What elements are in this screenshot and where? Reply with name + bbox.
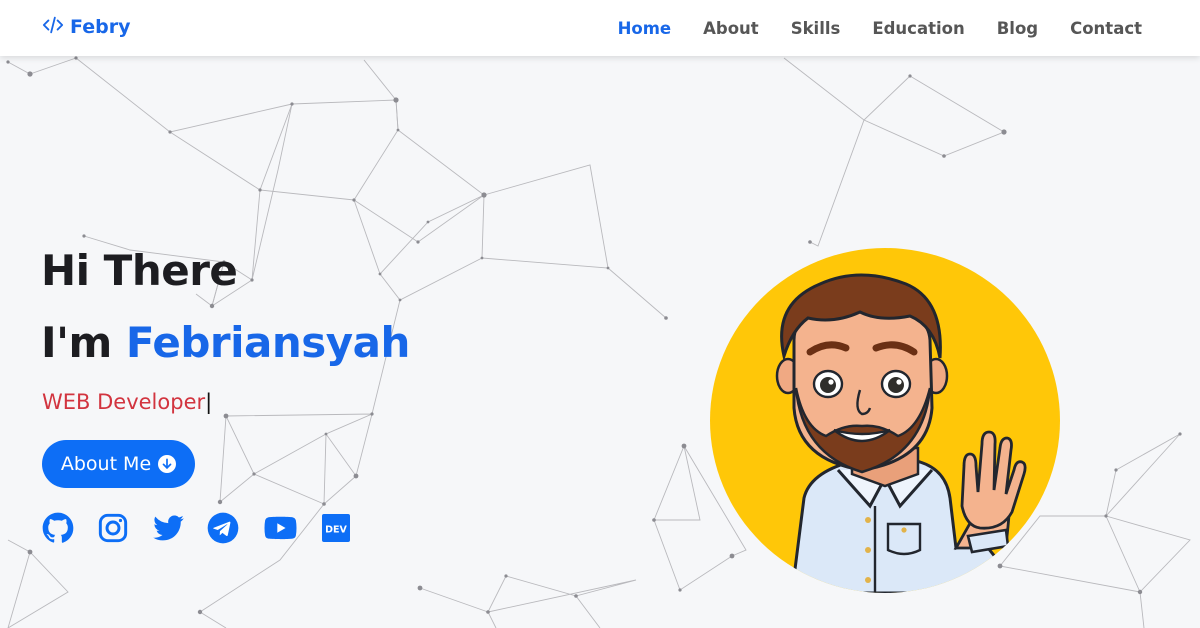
typed-role: WEB Developer| <box>42 390 212 414</box>
nav-item-about[interactable]: About <box>703 19 759 38</box>
instagram-icon[interactable] <box>97 512 129 544</box>
social-links: DEV <box>42 512 350 544</box>
dev-label: DEV <box>325 525 347 536</box>
brand-logo[interactable]: Febry <box>42 14 130 40</box>
code-icon <box>42 14 64 40</box>
about-me-label: About Me <box>60 453 152 475</box>
avatar-illustration <box>710 248 1060 593</box>
telegram-icon[interactable] <box>207 512 239 544</box>
nav-item-blog[interactable]: Blog <box>997 19 1038 38</box>
arrow-down-circle-icon <box>158 455 177 473</box>
twitter-icon[interactable] <box>152 512 185 544</box>
navbar: Febry Home About Skills Education Blog C… <box>0 0 1200 56</box>
github-icon[interactable] <box>42 512 74 544</box>
brand-name: Febry <box>70 16 131 38</box>
dev-icon[interactable]: DEV <box>322 514 350 542</box>
hero-intro: I'm <box>41 318 112 367</box>
nav-menu: Home About Skills Education Blog Contact <box>618 0 1142 56</box>
nav-item-home[interactable]: Home <box>618 19 672 38</box>
typed-text: WEB Developer <box>42 390 206 414</box>
nav-item-contact[interactable]: Contact <box>1070 19 1142 38</box>
about-me-button[interactable]: About Me <box>42 440 195 488</box>
hero-name: Febriansyah <box>125 318 411 367</box>
hero-greeting: Hi There <box>41 246 238 295</box>
nav-item-education[interactable]: Education <box>872 19 964 38</box>
hero-heading: I'm Febriansyah <box>41 318 410 367</box>
nav-item-skills[interactable]: Skills <box>791 19 841 38</box>
typing-cursor: | <box>205 390 213 414</box>
cartoon-character-image <box>775 273 1027 593</box>
youtube-icon[interactable] <box>263 512 298 544</box>
